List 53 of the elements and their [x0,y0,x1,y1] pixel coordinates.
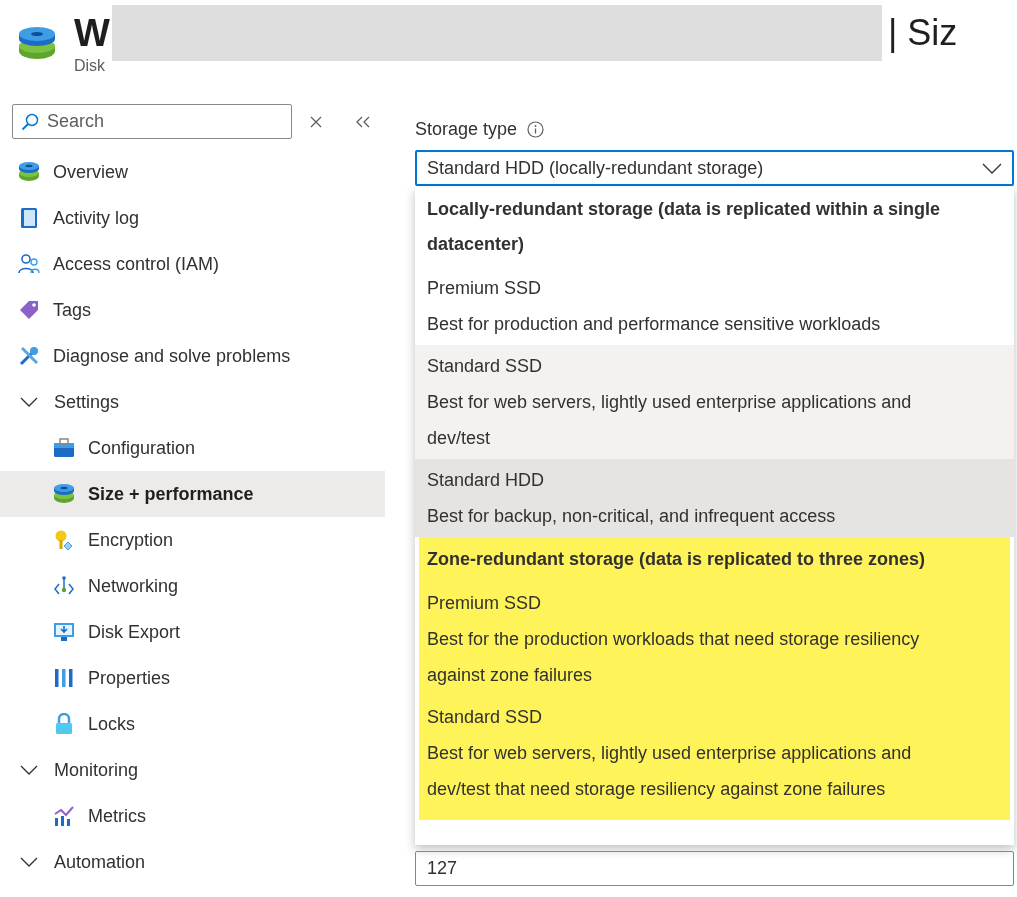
search-field[interactable]: Search [12,104,292,139]
sidebar-item[interactable]: Configuration [0,425,385,471]
bars-icon [53,667,75,689]
sidebar-group[interactable]: Automation [0,839,385,885]
dropdown-option[interactable]: Premium SSD Best for the production workloads that need storage resiliency against zone failures [419,582,1010,696]
close-icon [310,115,322,128]
disk-icon [18,161,40,183]
sidebar-item[interactable]: Metrics [0,793,385,839]
sidebar-item[interactable]: Encryption [0,517,385,563]
sidebar-item[interactable]: Tags [0,287,385,333]
search-icon [21,113,39,131]
sidebar-item[interactable]: Properties [0,655,385,701]
lock-icon [53,713,75,735]
field-label: Storage type [415,117,518,141]
notebook-icon [18,207,40,229]
sidebar-item[interactable]: Access control (IAM) [0,241,385,287]
sidebar-item[interactable]: Networking [0,563,385,609]
sidebar-item[interactable]: Diagnose and solve problems [0,333,385,379]
dropdown-option[interactable]: Standard SSD Best for web servers, lightly used enterprise applications and dev/test [415,345,1014,459]
disk-icon [18,26,56,62]
sidebar-item[interactable]: Size + performance [0,471,385,517]
dropdown-value: Standard HDD (locally-redundant storage) [427,156,764,180]
chart-icon [53,805,75,827]
sidebar-item[interactable]: Activity log [0,195,385,241]
size-field[interactable]: 127 [415,851,1014,886]
double-chevron-icon [356,115,370,128]
chevron-down-icon [982,162,1002,174]
page-title: W [74,10,110,56]
sidebar-group[interactable]: Settings [0,379,385,425]
chevron-icon [20,397,38,407]
resource-type: Disk [74,56,107,76]
sidebar-group[interactable]: Monitoring [0,747,385,793]
storage-type-dropdown[interactable]: Standard HDD (locally-redundant storage) [415,150,1014,186]
dropdown-option[interactable]: Standard SSD Best for web servers, lightly used enterprise applications and dev/test that need storage resiliency against zone failures [419,696,1010,810]
group-heading: Locally-redundant storage (data is replicated within a single datacenter) [426,198,942,256]
page-title: | Siz [887,11,958,55]
group-heading: Zone-redundant storage (data is replicated to three zones) [426,548,927,571]
chevron-icon [20,765,38,775]
people-icon [18,253,40,275]
network-icon [53,575,75,597]
key-icon [53,529,75,551]
info-icon [527,120,545,138]
sidebar-item[interactable]: Disk Export [0,609,385,655]
dropdown-option[interactable]: Premium SSD Best for production and performance sensitive workloads [415,267,1014,345]
disk-icon [53,483,75,505]
chevron-icon [20,857,38,867]
briefcase-icon [53,437,75,459]
sidebar-item[interactable]: Overview [0,149,385,195]
sidebar-item[interactable]: Locks [0,701,385,747]
dropdown-option[interactable]: Standard HDD Best for backup, non-critical, and infrequent access [415,459,1014,537]
tag-icon [18,299,40,321]
tools-icon [18,345,40,367]
monitor-icon [53,621,75,643]
